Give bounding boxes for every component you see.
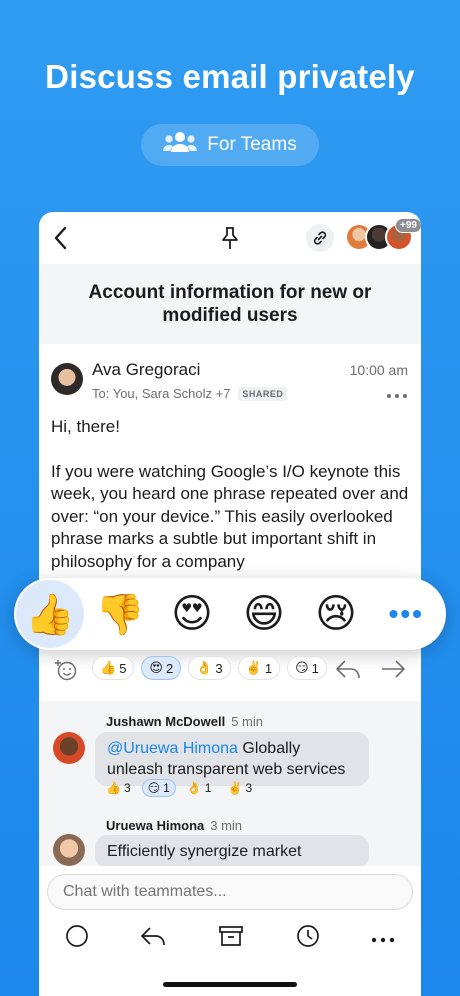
circle-done-icon[interactable] xyxy=(65,924,89,953)
for-teams-pill: For Teams xyxy=(141,124,319,166)
more-reactions-icon[interactable]: ••• xyxy=(389,598,424,630)
reaction-chip[interactable]: 😏 1 xyxy=(141,779,176,797)
chat-input[interactable] xyxy=(47,874,413,910)
hero-title: Discuss email privately xyxy=(45,58,415,95)
reaction-emoji: ✌️ xyxy=(245,660,262,675)
comment-author-name: Jushawn McDowell xyxy=(106,714,226,729)
comment-reactions: 👍 3 😏 1 👌 1 ✌️ 3 xyxy=(101,779,257,797)
more-icon[interactable] xyxy=(371,930,395,948)
reaction-heart-eyes[interactable]: 😍 xyxy=(156,578,228,650)
comment-author: Jushawn McDowell 5 min xyxy=(106,714,263,729)
reaction-chips: 👍 5 😍 2 👌 3 ✌️ 1 😏 1 xyxy=(92,656,327,680)
back-icon[interactable] xyxy=(53,225,69,256)
reaction-emoji: ✌️ xyxy=(227,781,243,795)
reaction-count: 3 xyxy=(123,781,131,795)
archive-icon[interactable] xyxy=(218,925,244,952)
mention-link[interactable]: @Uruewa Himona xyxy=(107,740,238,757)
comment-text: Efficiently synergize market xyxy=(107,843,302,860)
comment-time: 5 min xyxy=(231,714,263,729)
comment-author: Uruewa Himona 3 min xyxy=(106,818,242,833)
reaction-count: 1 xyxy=(204,781,212,795)
comment-bubble[interactable]: @Uruewa Himona Globally unleash transpar… xyxy=(95,732,369,786)
home-indicator xyxy=(163,982,297,987)
reaction-count: 3 xyxy=(245,781,253,795)
commenter-avatar xyxy=(53,732,85,764)
reaction-chip[interactable]: ✌️ 1 xyxy=(237,656,281,680)
email-subject: Account information for new or modified … xyxy=(39,264,421,344)
for-teams-label: For Teams xyxy=(207,134,297,155)
sender-avatar xyxy=(51,363,83,395)
participants-avatars[interactable]: +99 xyxy=(345,218,421,253)
reaction-emoji: 👍 xyxy=(100,660,117,675)
reaction-chip[interactable]: ✌️ 3 xyxy=(222,779,257,797)
reaction-count: 1 xyxy=(163,781,170,795)
reaction-chip[interactable]: 👌 1 xyxy=(182,779,217,797)
reaction-emoji: 👌 xyxy=(196,660,213,675)
more-options-icon[interactable] xyxy=(386,386,408,404)
comment-bubble[interactable]: Efficiently synergize market xyxy=(95,835,369,868)
team-icon xyxy=(163,131,198,159)
link-icon[interactable] xyxy=(306,224,334,252)
reply-icon[interactable] xyxy=(335,658,361,685)
reaction-emoji: 😍 xyxy=(149,660,163,675)
participants-count-badge: +99 xyxy=(395,218,421,233)
pin-icon[interactable] xyxy=(220,226,240,255)
comment-time: 3 min xyxy=(210,818,243,833)
reaction-cry[interactable]: 😢 xyxy=(300,578,372,650)
team-chat-thread: Jushawn McDowell 5 min @Uruewa Himona Glo… xyxy=(39,701,421,868)
bottom-toolbar xyxy=(39,924,421,953)
reaction-emoji: 😏 xyxy=(147,781,161,795)
reaction-grin[interactable]: 😄 xyxy=(228,578,300,650)
email-body: Hi, there! If you were watching Google’s… xyxy=(51,416,411,595)
sender-name: Ava Gregoraci xyxy=(92,360,201,379)
clock-icon[interactable] xyxy=(296,924,320,953)
reaction-emoji: 👌 xyxy=(186,781,202,795)
add-reaction-icon[interactable] xyxy=(55,659,77,686)
reaction-count: 5 xyxy=(119,660,127,676)
reaction-count: 3 xyxy=(215,660,223,676)
commenter-avatar xyxy=(53,834,85,866)
reply-icon[interactable] xyxy=(140,925,166,952)
reaction-count: 1 xyxy=(311,660,319,676)
top-bar: +99 xyxy=(39,212,421,264)
comment-author-name: Uruewa Himona xyxy=(106,818,205,833)
forward-icon[interactable] xyxy=(380,658,406,685)
reaction-chip[interactable]: 👍 3 xyxy=(101,779,136,797)
reaction-count: 2 xyxy=(165,660,174,676)
recipients-text: To: You, Sara Scholz +7 xyxy=(92,386,231,401)
reaction-picker: 👍 👎 😍 😄 😢 ••• xyxy=(14,578,446,650)
reaction-chip[interactable]: 👍 5 xyxy=(92,656,135,680)
email-time: 10:00 am xyxy=(349,362,408,378)
email-paragraph: If you were watching Google’s I/O keynot… xyxy=(51,461,409,571)
composer xyxy=(39,866,421,996)
shared-tag: SHARED xyxy=(238,386,288,401)
recipients-line[interactable]: To: You, Sara Scholz +7 SHARED xyxy=(92,386,288,401)
reaction-emoji: 👍 xyxy=(106,781,121,795)
reaction-chip[interactable]: 😏 1 xyxy=(287,656,327,680)
reaction-thumbs-up[interactable]: 👍 xyxy=(16,580,84,648)
reaction-emoji: 😏 xyxy=(295,660,309,675)
reaction-thumbs-down[interactable]: 👎 xyxy=(84,578,156,650)
reaction-chip[interactable]: 😍 2 xyxy=(141,656,182,680)
reaction-chip[interactable]: 👌 3 xyxy=(188,656,231,680)
reaction-count: 1 xyxy=(264,660,273,676)
email-greeting: Hi, there! xyxy=(51,417,120,436)
